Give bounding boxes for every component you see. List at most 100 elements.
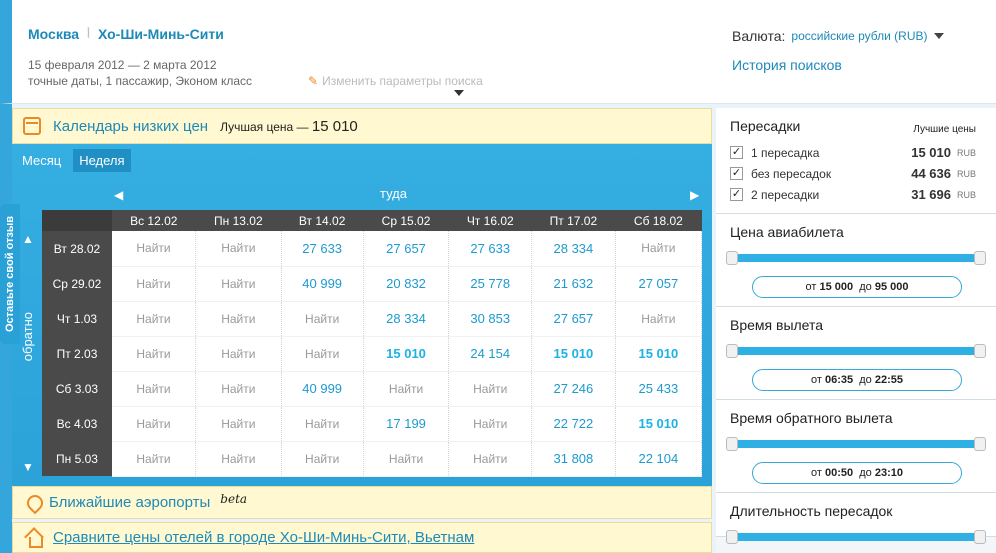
next-return-arrow-icon[interactable]: ▼ — [22, 460, 34, 474]
search-history-link[interactable]: История поисков — [732, 57, 842, 73]
price-cell[interactable]: 25 433 — [615, 371, 703, 407]
price-cell[interactable]: 27 657 — [363, 231, 450, 267]
best-price-prefix: Лучшая цена — — [220, 119, 309, 134]
departure-slider[interactable] — [726, 344, 986, 358]
price-cell[interactable]: 27 633 — [448, 231, 533, 267]
price-cell[interactable]: Найти — [112, 371, 196, 407]
price-cell[interactable]: 22 104 — [615, 441, 703, 477]
price-cell[interactable]: Найти — [195, 441, 282, 477]
price-cell[interactable]: 27 633 — [281, 231, 364, 267]
return-slider-min-handle[interactable] — [726, 437, 738, 451]
stop-option[interactable]: ✓ без пересадок 44 636 RUB — [730, 163, 982, 184]
origin-city[interactable]: Москва — [28, 26, 79, 42]
nearby-airports-link[interactable]: Ближайшие аэропорты — [49, 494, 210, 511]
layover-slider-min-handle[interactable] — [726, 530, 738, 544]
layover-slider[interactable] — [726, 530, 986, 544]
price-cell[interactable]: 40 999 — [281, 371, 364, 407]
prev-week-arrow-icon[interactable]: ◀ — [114, 188, 123, 202]
price-cell[interactable]: Найти — [112, 441, 196, 477]
edit-search-link[interactable]: ✎ Изменить параметры поиска — [308, 74, 483, 88]
price-cell[interactable]: Найти — [195, 336, 282, 372]
price-cell[interactable]: 21 632 — [531, 266, 616, 302]
departure-slider-max-handle[interactable] — [974, 344, 986, 358]
price-cell[interactable]: 20 832 — [363, 266, 450, 302]
price-cell[interactable]: 17 199 — [363, 406, 450, 442]
price-cell[interactable]: Найти — [448, 406, 533, 442]
stop-option[interactable]: ✓ 2 пересадки 31 696 RUB — [730, 184, 982, 205]
price-cell[interactable]: 15 010 — [363, 336, 450, 372]
price-cell[interactable]: 27 657 — [531, 301, 616, 337]
departure-from-prefix: от — [811, 374, 822, 386]
price-cell[interactable]: Найти — [195, 406, 282, 442]
currency-value[interactable]: российские рубли (RUB) — [791, 29, 927, 43]
table-row: Пт 2.03 Найти Найти Найти 15 010 24 154 15 010… — [42, 336, 703, 372]
feedback-tab[interactable]: Оставьте свой отзыв — [0, 204, 20, 344]
price-cell[interactable]: Найти — [281, 301, 364, 337]
price-cell[interactable]: Найти — [281, 406, 364, 442]
column-header: Пн 13.02 — [195, 210, 282, 231]
price-cell[interactable]: 25 778 — [448, 266, 533, 302]
price-cell[interactable]: Найти — [281, 336, 364, 372]
price-cell[interactable]: 31 808 — [531, 441, 616, 477]
price-cell[interactable]: Найти — [363, 371, 450, 407]
calendar-title[interactable]: Календарь низких цен — [53, 118, 208, 135]
stop-option[interactable]: ✓ 1 пересадка 15 010 RUB — [730, 142, 982, 163]
price-cell[interactable]: Найти — [448, 371, 533, 407]
calendar-grid-panel: Месяц Неделя ◀ туда ▶ ▲ обратно ▼ Вс 12.… — [12, 144, 712, 486]
hotels-bar: Сравните цены отелей в городе Хо-Ши-Минь… — [12, 522, 712, 553]
price-cell[interactable]: Найти — [363, 441, 450, 477]
best-price-value: 15 010 — [311, 117, 358, 135]
checkbox[interactable]: ✓ — [730, 146, 743, 159]
departure-slider-min-handle[interactable] — [726, 344, 738, 358]
price-cell[interactable]: 27 057 — [615, 266, 703, 302]
price-cell[interactable]: 40 999 — [281, 266, 364, 302]
price-slider[interactable] — [726, 251, 986, 265]
price-cell[interactable]: Найти — [112, 231, 196, 267]
price-cell[interactable]: Найти — [615, 231, 703, 267]
layover-slider-max-handle[interactable] — [974, 530, 986, 544]
price-cell[interactable]: Найти — [195, 371, 282, 407]
price-cell[interactable]: Найти — [112, 406, 196, 442]
price-slider-max-handle[interactable] — [974, 251, 986, 265]
price-cell[interactable]: 28 334 — [531, 231, 616, 267]
price-slider-min-handle[interactable] — [726, 251, 738, 265]
tab-month[interactable]: Месяц — [16, 149, 67, 172]
price-cell[interactable]: 15 010 — [615, 336, 703, 372]
price-cell[interactable]: 27 246 — [531, 371, 616, 407]
price-cell[interactable]: Найти — [615, 301, 703, 337]
nearby-airports-bar[interactable]: Ближайшие аэропорты beta — [12, 486, 712, 519]
return-slider-max-handle[interactable] — [974, 437, 986, 451]
compare-hotels-link[interactable]: Сравните цены отелей в городе Хо-Ши-Минь… — [53, 529, 474, 546]
checkbox[interactable]: ✓ — [730, 167, 743, 180]
price-cell[interactable]: Найти — [112, 266, 196, 302]
table-row: Вс 4.03 Найти Найти Найти 17 199 Найти 22 722 1… — [42, 406, 703, 442]
chevron-down-icon[interactable] — [933, 33, 944, 39]
checkbox[interactable]: ✓ — [730, 188, 743, 201]
price-cell[interactable]: 30 853 — [448, 301, 533, 337]
price-cell[interactable]: 15 010 — [531, 336, 616, 372]
price-cell[interactable]: Найти — [281, 441, 364, 477]
departure-title: Время вылета — [730, 317, 824, 333]
expand-search-caret-icon[interactable] — [454, 90, 464, 96]
price-cell[interactable]: Найти — [448, 441, 533, 477]
price-cell[interactable]: Найти — [112, 336, 196, 372]
layover-duration-filter: Длительность пересадок — [716, 493, 996, 544]
column-header: Сб 18.02 — [615, 210, 702, 231]
return-slider[interactable] — [726, 437, 986, 451]
price-cell[interactable]: 24 154 — [448, 336, 533, 372]
prev-return-arrow-icon[interactable]: ▲ — [22, 232, 34, 246]
price-cell[interactable]: Найти — [195, 266, 282, 302]
price-cell[interactable]: 22 722 — [531, 406, 616, 442]
price-filter: Цена авиабилета от 15 000 до 95 000 — [716, 214, 996, 307]
tab-week[interactable]: Неделя — [73, 149, 131, 172]
price-cell[interactable]: Найти — [195, 231, 282, 267]
price-cell[interactable]: 15 010 — [615, 406, 703, 442]
next-week-arrow-icon[interactable]: ▶ — [690, 188, 699, 202]
row-header: Чт 1.03 — [42, 301, 112, 336]
price-cell[interactable]: Найти — [112, 301, 196, 337]
price-cell[interactable]: 28 334 — [363, 301, 450, 337]
currency-selector[interactable]: Валюта: российские рубли (RUB) — [732, 28, 944, 44]
destination-city[interactable]: Хо-Ши-Минь-Сити — [98, 26, 224, 42]
stop-option-price: 31 696 — [911, 187, 951, 202]
price-cell[interactable]: Найти — [195, 301, 282, 337]
